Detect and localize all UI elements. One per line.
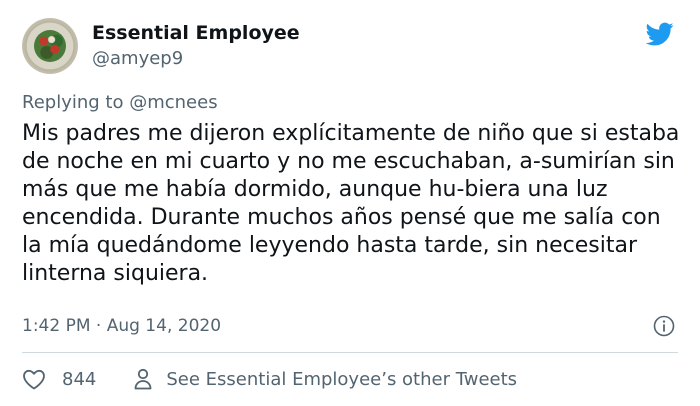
reply-mention-link[interactable]: @mcnees	[129, 92, 217, 113]
heart-icon	[23, 369, 45, 390]
like-count: 844	[62, 368, 97, 390]
avatar[interactable]	[22, 18, 78, 74]
other-tweets-link[interactable]: See Essential Employee’s other Tweets	[134, 368, 517, 390]
twitter-bird-icon[interactable]	[644, 20, 676, 48]
tweet-timestamp[interactable]: 1:42 PM · Aug 14, 2020	[22, 316, 221, 336]
tweet-text: Mis padres me dijeron explícitamente de …	[22, 121, 680, 286]
other-tweets-label: See Essential Employee’s other Tweets	[166, 368, 518, 390]
tweet-actions: 844 See Essential Employee’s other Tweet…	[22, 366, 517, 392]
divider	[22, 352, 678, 353]
like-button[interactable]: 844	[22, 368, 96, 390]
info-icon[interactable]	[652, 314, 676, 338]
author-handle[interactable]: @amyep9	[92, 48, 183, 69]
replying-prefix: Replying to	[22, 92, 130, 113]
person-icon	[134, 368, 152, 390]
author-name[interactable]: Essential Employee	[92, 22, 300, 44]
replying-to: Replying to @mcnees	[22, 92, 218, 113]
avatar-image	[34, 30, 66, 62]
